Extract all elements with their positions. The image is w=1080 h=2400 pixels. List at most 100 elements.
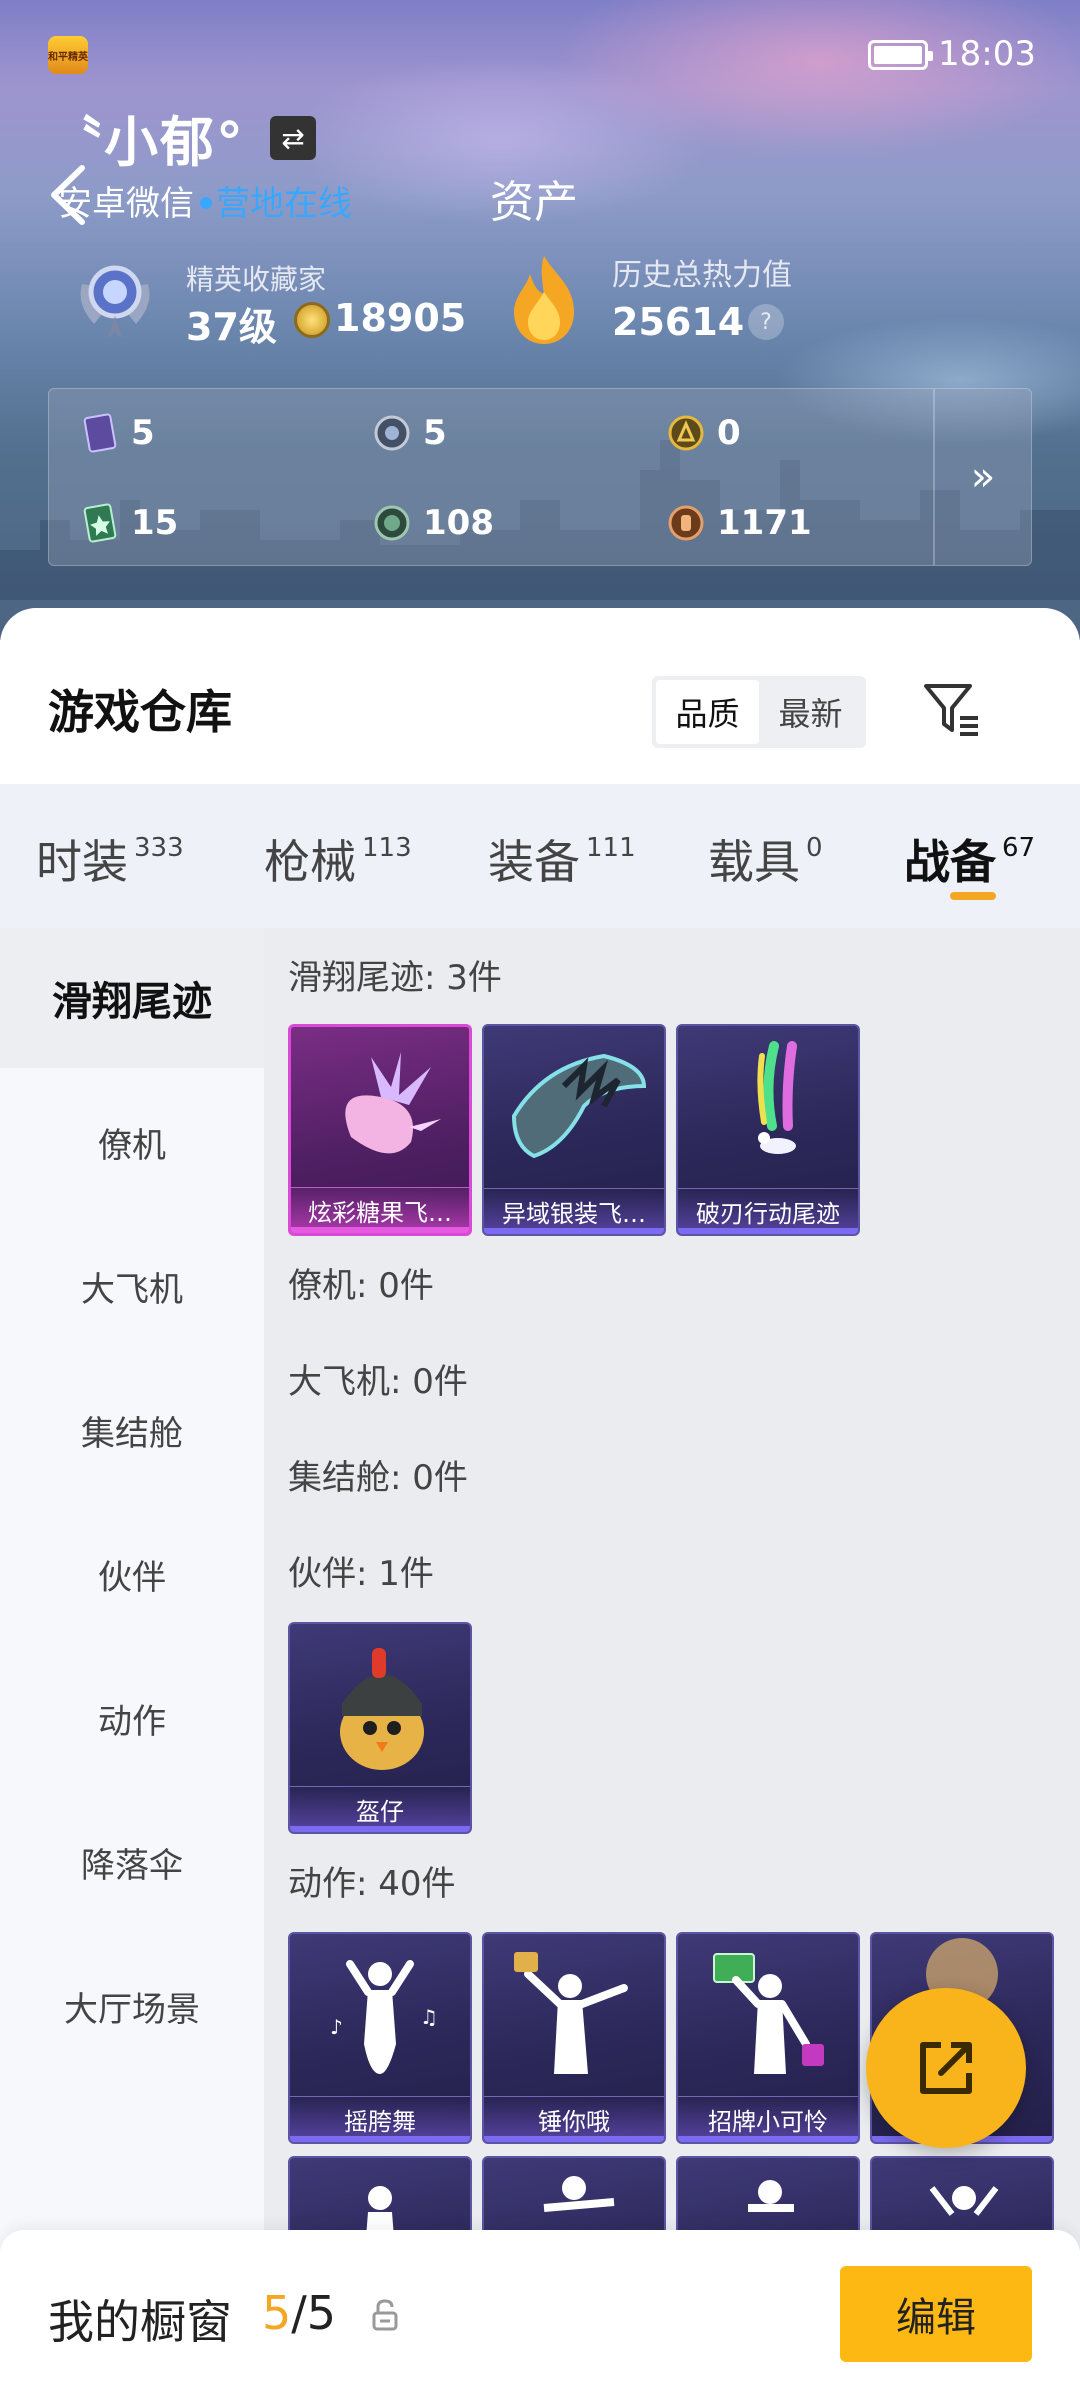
elite-collector-medal-icon[interactable] xyxy=(72,254,158,344)
sort-toggle: 品质 最新 xyxy=(652,676,866,748)
rarity-bar xyxy=(484,1228,664,1234)
help-icon[interactable]: ? xyxy=(748,304,784,340)
share-button[interactable] xyxy=(866,1988,1026,2148)
tab-equipment[interactable]: 装备 111 xyxy=(488,826,636,892)
section-label: 僚机: 0件 xyxy=(288,1266,434,1306)
exotic-silver-trail-art xyxy=(511,1053,647,1159)
tab-label: 载具 xyxy=(708,835,800,889)
tab-vehicles[interactable]: 载具 0 xyxy=(708,826,823,892)
svg-text:♫: ♫ xyxy=(420,2005,438,2029)
purple-card-icon xyxy=(83,413,117,453)
section-label: 集结舱: 0件 xyxy=(288,1458,468,1498)
showcase-label: 我的橱窗 xyxy=(48,2295,232,2349)
active-tab-indicator xyxy=(950,892,996,900)
coin-count: 18905 xyxy=(334,296,467,340)
elite-title: 精英收藏家 xyxy=(186,263,327,296)
section-label: 动作: 40件 xyxy=(288,1864,456,1904)
tab-count: 67 xyxy=(1002,833,1036,863)
tab-label: 战备 xyxy=(904,835,996,889)
sign-emote-art xyxy=(713,1953,824,2074)
tab-label: 枪械 xyxy=(264,835,356,889)
elite-level: 37级 xyxy=(186,305,277,349)
helmet-chick-art xyxy=(340,1648,424,1770)
platform-label: 安卓微信 xyxy=(58,184,194,224)
status-time: 18:03 xyxy=(938,34,1036,74)
resource-value: 5 xyxy=(423,413,447,453)
switch-account-button[interactable]: ⇄ xyxy=(270,116,316,160)
item-card[interactable]: 破刃行动尾迹 xyxy=(676,1024,860,1236)
sidebar-item-rally-pod[interactable]: 集结舱 xyxy=(0,1360,264,1500)
green-card-icon xyxy=(83,503,117,543)
resources-more-button[interactable]: » xyxy=(935,389,1031,565)
hammer-emote-art xyxy=(514,1952,628,2074)
rarity-bar xyxy=(678,2136,858,2142)
edit-button[interactable]: 编辑 xyxy=(840,2266,1032,2362)
showcase-total: /5 xyxy=(291,2286,337,2340)
online-status: 营地在线 xyxy=(216,184,352,224)
tab-label: 装备 xyxy=(488,835,580,889)
sort-latest-option[interactable]: 最新 xyxy=(759,680,862,744)
sidebar-item-lobby-scene[interactable]: 大厅场景 xyxy=(0,1936,264,2076)
rarity-bar xyxy=(290,1826,470,1832)
svg-text:♪: ♪ xyxy=(330,2015,343,2039)
tab-combat-gear[interactable]: 战备 67 xyxy=(904,826,1035,892)
resource-panel[interactable]: 5 5 0 15 108 1171 » xyxy=(48,388,1032,566)
battery-icon xyxy=(868,40,933,70)
resource-item: 1171 xyxy=(667,493,812,553)
showcase-count: 5/5 xyxy=(262,2286,336,2340)
tab-count: 113 xyxy=(362,833,412,863)
tab-count: 333 xyxy=(134,833,184,863)
showcase-bar: 我的橱窗 5/5 编辑 xyxy=(0,2230,1080,2400)
share-icon xyxy=(920,2042,972,2094)
resource-item: 15 xyxy=(81,493,178,553)
resource-item: 0 xyxy=(667,403,741,463)
filter-icon[interactable] xyxy=(920,678,984,742)
item-card[interactable]: 锤你哦 xyxy=(482,1932,666,2144)
tab-guns[interactable]: 枪械 113 xyxy=(264,826,412,892)
fire-icon xyxy=(514,256,574,344)
dance-emote-art: ♪ ♫ xyxy=(330,1960,438,2074)
resource-item: 5 xyxy=(373,403,447,463)
app-badge: 和平精英 xyxy=(48,36,88,74)
item-grid: 滑翔尾迹: 3件 炫彩糖果飞… 异域银装飞… 破刃行动尾迹 僚机: 0件 大飞机… xyxy=(264,928,1080,2400)
tab-fashion[interactable]: 时装 333 xyxy=(36,826,184,892)
sidebar-item-companion[interactable]: 伙伴 xyxy=(0,1504,264,1644)
green-coin-icon xyxy=(374,505,410,541)
sort-quality-option[interactable]: 品质 xyxy=(656,680,759,744)
resource-value: 15 xyxy=(131,503,179,543)
swap-arrows-icon: ⇄ xyxy=(281,121,305,155)
lock-icon xyxy=(372,2299,398,2331)
item-card[interactable]: 炫彩糖果飞… xyxy=(288,1024,472,1236)
bronze-coin-icon xyxy=(668,505,704,541)
resource-value: 108 xyxy=(423,503,494,543)
sidebar-item-glide-trail[interactable]: 滑翔尾迹 xyxy=(0,928,264,1068)
heat-title: 历史总热力值 xyxy=(612,258,792,293)
rarity-bar xyxy=(290,2136,470,2142)
gold-badge-icon xyxy=(668,415,704,451)
heat-value: 25614 xyxy=(612,300,745,344)
item-card[interactable]: ♪ ♫ 摇胯舞 xyxy=(288,1932,472,2144)
item-card[interactable]: 招牌小可怜 xyxy=(676,1932,860,2144)
item-card[interactable]: 异域银装飞… xyxy=(482,1024,666,1236)
resource-item: 5 xyxy=(81,403,155,463)
sidebar-item-wingman[interactable]: 僚机 xyxy=(0,1072,264,1212)
online-dot xyxy=(200,196,212,209)
sidebar-item-big-plane[interactable]: 大飞机 xyxy=(0,1216,264,1356)
candy-trail-art xyxy=(345,1052,441,1154)
section-label: 大飞机: 0件 xyxy=(288,1362,468,1402)
asset-header: 和平精英 18:03 〝小郁° ⇄ 安卓微信 营地在线 资产 精英收藏家 37级 … xyxy=(0,0,1080,640)
sidebar-item-emotes[interactable]: 动作 xyxy=(0,1648,264,1788)
section-label: 滑翔尾迹: 3件 xyxy=(288,958,502,998)
sidebar-item-parachute[interactable]: 降落伞 xyxy=(0,1792,264,1932)
blade-ops-trail-art xyxy=(757,1041,797,1154)
tab-count: 0 xyxy=(806,833,823,863)
rarity-bar xyxy=(484,2136,664,2142)
resource-item: 108 xyxy=(373,493,494,553)
resource-value: 1171 xyxy=(717,503,812,543)
rarity-bar xyxy=(678,1228,858,1234)
category-tabs: 时装 333 枪械 113 装备 111 载具 0 战备 67 xyxy=(0,784,1080,928)
double-chevron-right-icon: » xyxy=(970,454,996,500)
item-card[interactable]: 盔仔 xyxy=(288,1622,472,1834)
page-title: 资产 xyxy=(490,177,578,228)
subcategory-sidebar: 滑翔尾迹 僚机 大飞机 集结舱 伙伴 动作 降落伞 大厅场景 xyxy=(0,928,264,2400)
